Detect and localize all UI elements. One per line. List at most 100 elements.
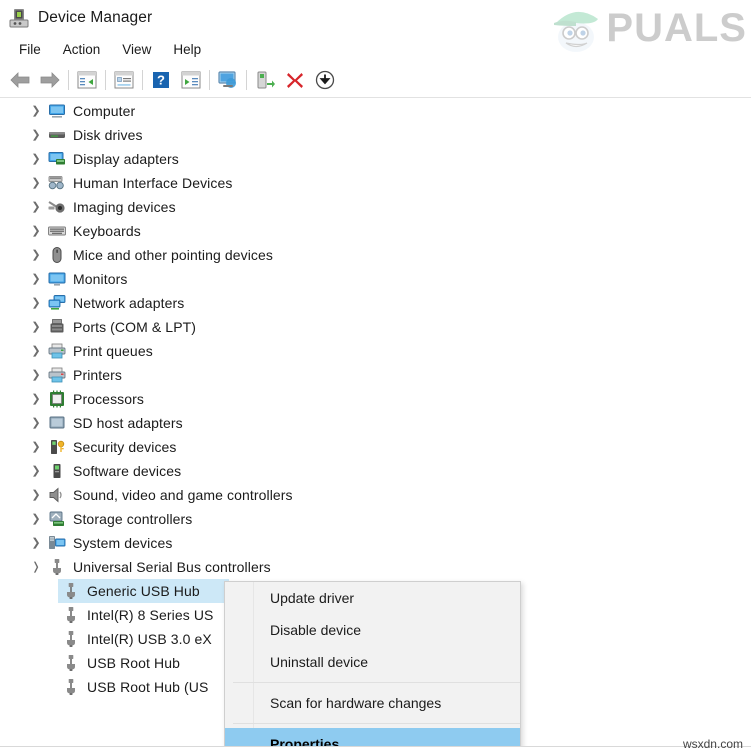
tree-item-label: Monitors	[73, 271, 128, 287]
tree-item-display-adapters[interactable]: ❯ Display adapters	[0, 147, 751, 171]
tree-item-printers[interactable]: ❯ Printers	[0, 363, 751, 387]
ctx-update-driver[interactable]: Update driver	[225, 582, 520, 614]
tree-item-monitors[interactable]: ❯ Monitors	[0, 267, 751, 291]
scan-for-hardware-changes-icon[interactable]	[213, 65, 243, 95]
tree-item-print-queues[interactable]: ❯ Print queues	[0, 339, 751, 363]
ctx-uninstall-device[interactable]: Uninstall device	[225, 646, 520, 678]
tree-item-storage-controllers[interactable]: ❯ Storage controllers	[0, 507, 751, 531]
disable-device-icon[interactable]	[310, 65, 340, 95]
chevron-right-icon[interactable]: ❯	[28, 487, 44, 503]
tree-item-software-devices[interactable]: ❯ Software devices	[0, 459, 751, 483]
chevron-right-icon[interactable]: ❯	[28, 439, 44, 455]
tree-item-label: Network adapters	[73, 295, 185, 311]
usb-icon	[62, 678, 80, 696]
toolbar-separator	[246, 69, 247, 90]
chevron-right-icon[interactable]: ❯	[28, 103, 44, 119]
software-device-icon	[48, 462, 66, 480]
help-icon[interactable]: ?	[146, 65, 176, 95]
tree-item-label: Sound, video and game controllers	[73, 487, 293, 503]
device-manager-icon	[8, 7, 30, 29]
tree-item-label: Processors	[73, 391, 145, 407]
tree-item-mice-and-other-pointing-devices[interactable]: ❯ Mice and other pointing devices	[0, 243, 751, 267]
tree-item-sound-video-and-game-controllers[interactable]: ❯ Sound, video and game controllers	[0, 483, 751, 507]
chevron-right-icon[interactable]: ❯	[28, 247, 44, 263]
tree-item-label: Intel(R) USB 3.0 eX	[87, 631, 212, 647]
usb-icon	[62, 582, 80, 600]
tree-item-label: Security devices	[73, 439, 177, 455]
toolbar-separator	[209, 69, 210, 90]
usb-icon	[48, 558, 66, 576]
usb-icon	[62, 654, 80, 672]
tree-item-label: Intel(R) 8 Series US	[87, 607, 214, 623]
ctx-scan-hardware-changes[interactable]: Scan for hardware changes	[225, 687, 520, 719]
tree-item-label: System devices	[73, 535, 173, 551]
ctx-properties[interactable]: Properties	[225, 728, 520, 746]
properties-icon[interactable]	[109, 65, 139, 95]
print-queue-icon	[48, 342, 66, 360]
chevron-right-icon[interactable]: ❯	[28, 151, 44, 167]
chevron-right-icon[interactable]: ❯	[28, 319, 44, 335]
chevron-right-icon[interactable]: ❯	[28, 271, 44, 287]
show-hide-console-tree-icon[interactable]	[72, 65, 102, 95]
tree-item-imaging-devices[interactable]: ❯ Imaging devices	[0, 195, 751, 219]
tree-item-label: Software devices	[73, 463, 182, 479]
tree-item-label: Generic USB Hub	[87, 583, 200, 599]
tree-item-system-devices[interactable]: ❯ System devices	[0, 531, 751, 555]
tree-item-universal-serial-bus-controllers[interactable]: ❭ Universal Serial Bus controllers	[0, 555, 751, 579]
chevron-right-icon[interactable]: ❯	[28, 535, 44, 551]
update-driver-icon[interactable]	[250, 65, 280, 95]
svg-text:?: ?	[157, 72, 165, 87]
tree-item-label: Computer	[73, 103, 136, 119]
chevron-right-icon[interactable]: ❯	[28, 223, 44, 239]
chevron-right-icon[interactable]: ❯	[28, 463, 44, 479]
tree-item-keyboards[interactable]: ❯ Keyboards	[0, 219, 751, 243]
tree-item-security-devices[interactable]: ❯ Security devices	[0, 435, 751, 459]
port-icon	[48, 318, 66, 336]
chevron-right-icon[interactable]: ❯	[28, 295, 44, 311]
chevron-right-icon[interactable]: ❯	[28, 343, 44, 359]
chevron-right-icon[interactable]: ❯	[28, 199, 44, 215]
tree-item-label: Mice and other pointing devices	[73, 247, 273, 263]
chevron-down-icon[interactable]: ❭	[28, 559, 44, 575]
tree-item-label: Keyboards	[73, 223, 141, 239]
menu-file[interactable]: File	[8, 39, 52, 60]
tree-item-disk-drives[interactable]: ❯ Disk drives	[0, 123, 751, 147]
toolbar-separator	[105, 69, 106, 90]
menu-action[interactable]: Action	[52, 39, 112, 60]
back-icon[interactable]	[5, 65, 35, 95]
device-manager-window: Device Manager PUALS File Action View He…	[0, 0, 751, 746]
uninstall-device-icon[interactable]	[280, 65, 310, 95]
show-hidden-devices-icon[interactable]	[176, 65, 206, 95]
menu-help[interactable]: Help	[162, 39, 212, 60]
context-menu[interactable]: Update driver Disable device Uninstall d…	[224, 581, 521, 746]
tree-item-computer[interactable]: ❯ Computer	[0, 99, 751, 123]
tree-item-label: Disk drives	[73, 127, 143, 143]
hid-icon	[48, 174, 66, 192]
tree-item-sd-host-adapters[interactable]: ❯ SD host adapters	[0, 411, 751, 435]
chevron-right-icon[interactable]: ❯	[28, 367, 44, 383]
imaging-device-icon	[48, 198, 66, 216]
storage-controller-icon	[48, 510, 66, 528]
tree-item-human-interface-devices[interactable]: ❯ Human Interface Devices	[0, 171, 751, 195]
chevron-right-icon[interactable]: ❯	[28, 415, 44, 431]
chevron-right-icon[interactable]: ❯	[28, 127, 44, 143]
tree-item-network-adapters[interactable]: ❯ Network adapters	[0, 291, 751, 315]
menu-view[interactable]: View	[111, 39, 162, 60]
security-device-icon	[48, 438, 66, 456]
tree-item-ports-com-lpt[interactable]: ❯ Ports (COM & LPT)	[0, 315, 751, 339]
chevron-right-icon[interactable]: ❯	[28, 175, 44, 191]
tree-item-label: USB Root Hub (US	[87, 679, 209, 695]
usb-icon	[62, 606, 80, 624]
tree-item-label: Printers	[73, 367, 123, 383]
chevron-right-icon[interactable]: ❯	[28, 511, 44, 527]
site-watermark: wsxdn.com	[682, 737, 743, 751]
context-menu-separator	[233, 682, 520, 683]
ctx-disable-device[interactable]: Disable device	[225, 614, 520, 646]
sound-controller-icon	[48, 486, 66, 504]
printer-icon	[48, 366, 66, 384]
toolbar: ?	[0, 62, 751, 98]
menu-bar: File Action View Help	[0, 36, 751, 62]
chevron-right-icon[interactable]: ❯	[28, 391, 44, 407]
forward-icon[interactable]	[35, 65, 65, 95]
tree-item-processors[interactable]: ❯ Processors	[0, 387, 751, 411]
